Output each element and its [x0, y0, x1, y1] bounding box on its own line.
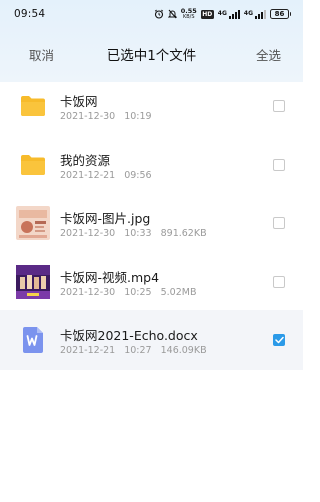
folder-icon	[16, 89, 50, 123]
select-checkbox[interactable]	[273, 275, 285, 288]
file-time: 10:33	[124, 228, 152, 239]
file-date: 2021-12-30	[60, 286, 116, 298]
file-date: 2021-12-21	[60, 345, 116, 356]
alarm-icon	[154, 9, 164, 19]
mute-bell-icon	[167, 9, 177, 19]
select-checkbox[interactable]	[273, 158, 285, 171]
signal-icon-sim2: 4G	[243, 9, 266, 19]
file-row-folder-kafanwang[interactable]: 卡饭网 2021-12-30 10:19	[0, 76, 303, 135]
select-checkbox[interactable]	[273, 100, 285, 112]
file-meta: 2021-12-30 10:25 5.02MB	[60, 287, 196, 298]
file-name: 卡饭网-图片.jpg	[60, 211, 151, 226]
file-name: 我的资源	[60, 152, 111, 168]
file-row-docx[interactable]: 卡饭网2021-Echo.docx 2021-12-21 10:27 146.0…	[0, 310, 303, 370]
select-all-button[interactable]: 全选	[256, 45, 281, 64]
status-bar: 09:54 0.55 KB/S HD 4G 4G 86	[0, 0, 303, 28]
file-list: 卡饭网 2021-12-30 10:19 我的资源 2021-12-21 09:…	[0, 76, 303, 370]
status-icons: 0.55 KB/S HD 4G 4G 86	[154, 8, 291, 20]
file-time: 10:27	[124, 345, 152, 356]
network-speed-unit: KB/S	[182, 14, 195, 20]
file-row-image[interactable]: 卡饭网-图片.jpg 2021-12-30 10:33 891.62KB	[0, 193, 303, 252]
file-meta: 2021-12-30 10:19	[60, 111, 152, 122]
file-time: 10:25	[124, 286, 152, 298]
file-size: 891.62KB	[160, 228, 207, 239]
file-row-folder-my-resources[interactable]: 我的资源 2021-12-21 09:56	[0, 135, 303, 194]
select-checkbox[interactable]	[273, 217, 285, 229]
image-thumbnail-icon	[16, 206, 50, 240]
file-size: 146.09KB	[160, 345, 207, 356]
network-speed: 0.55 KB/S	[181, 8, 197, 20]
file-date: 2021-12-21	[60, 169, 116, 181]
cancel-button[interactable]: 取消	[29, 45, 54, 64]
battery-icon: 86	[270, 9, 291, 19]
select-checkbox-checked[interactable]	[273, 334, 285, 346]
video-thumbnail-icon	[16, 264, 50, 299]
selection-header: 取消 已选中1个文件 全选	[0, 34, 303, 74]
sim2-label: 4G	[243, 9, 253, 17]
status-time: 09:54	[14, 8, 46, 20]
checkmark-icon	[274, 336, 284, 344]
file-name: 卡饭网	[60, 94, 98, 109]
file-name: 卡饭网-视频.mp4	[60, 269, 160, 285]
word-document-icon	[16, 323, 50, 357]
signal-icon-sim1: 4G	[217, 9, 240, 19]
file-date: 2021-12-30	[60, 228, 116, 239]
file-meta: 2021-12-21 10:27 146.09KB	[60, 345, 207, 356]
file-time: 09:56	[124, 169, 152, 181]
file-row-video[interactable]: 卡饭网-视频.mp4 2021-12-30 10:25 5.02MB	[0, 252, 303, 311]
file-date: 2021-12-30	[60, 111, 116, 122]
file-meta: 2021-12-21 09:56	[60, 170, 152, 181]
file-time: 10:19	[124, 111, 152, 122]
file-name: 卡饭网2021-Echo.docx	[60, 328, 198, 343]
folder-icon	[16, 148, 50, 182]
file-meta: 2021-12-30 10:33 891.62KB	[60, 228, 207, 239]
sim1-label: 4G	[217, 9, 227, 17]
file-size: 5.02MB	[160, 286, 197, 298]
hd-badge: HD	[200, 9, 214, 19]
